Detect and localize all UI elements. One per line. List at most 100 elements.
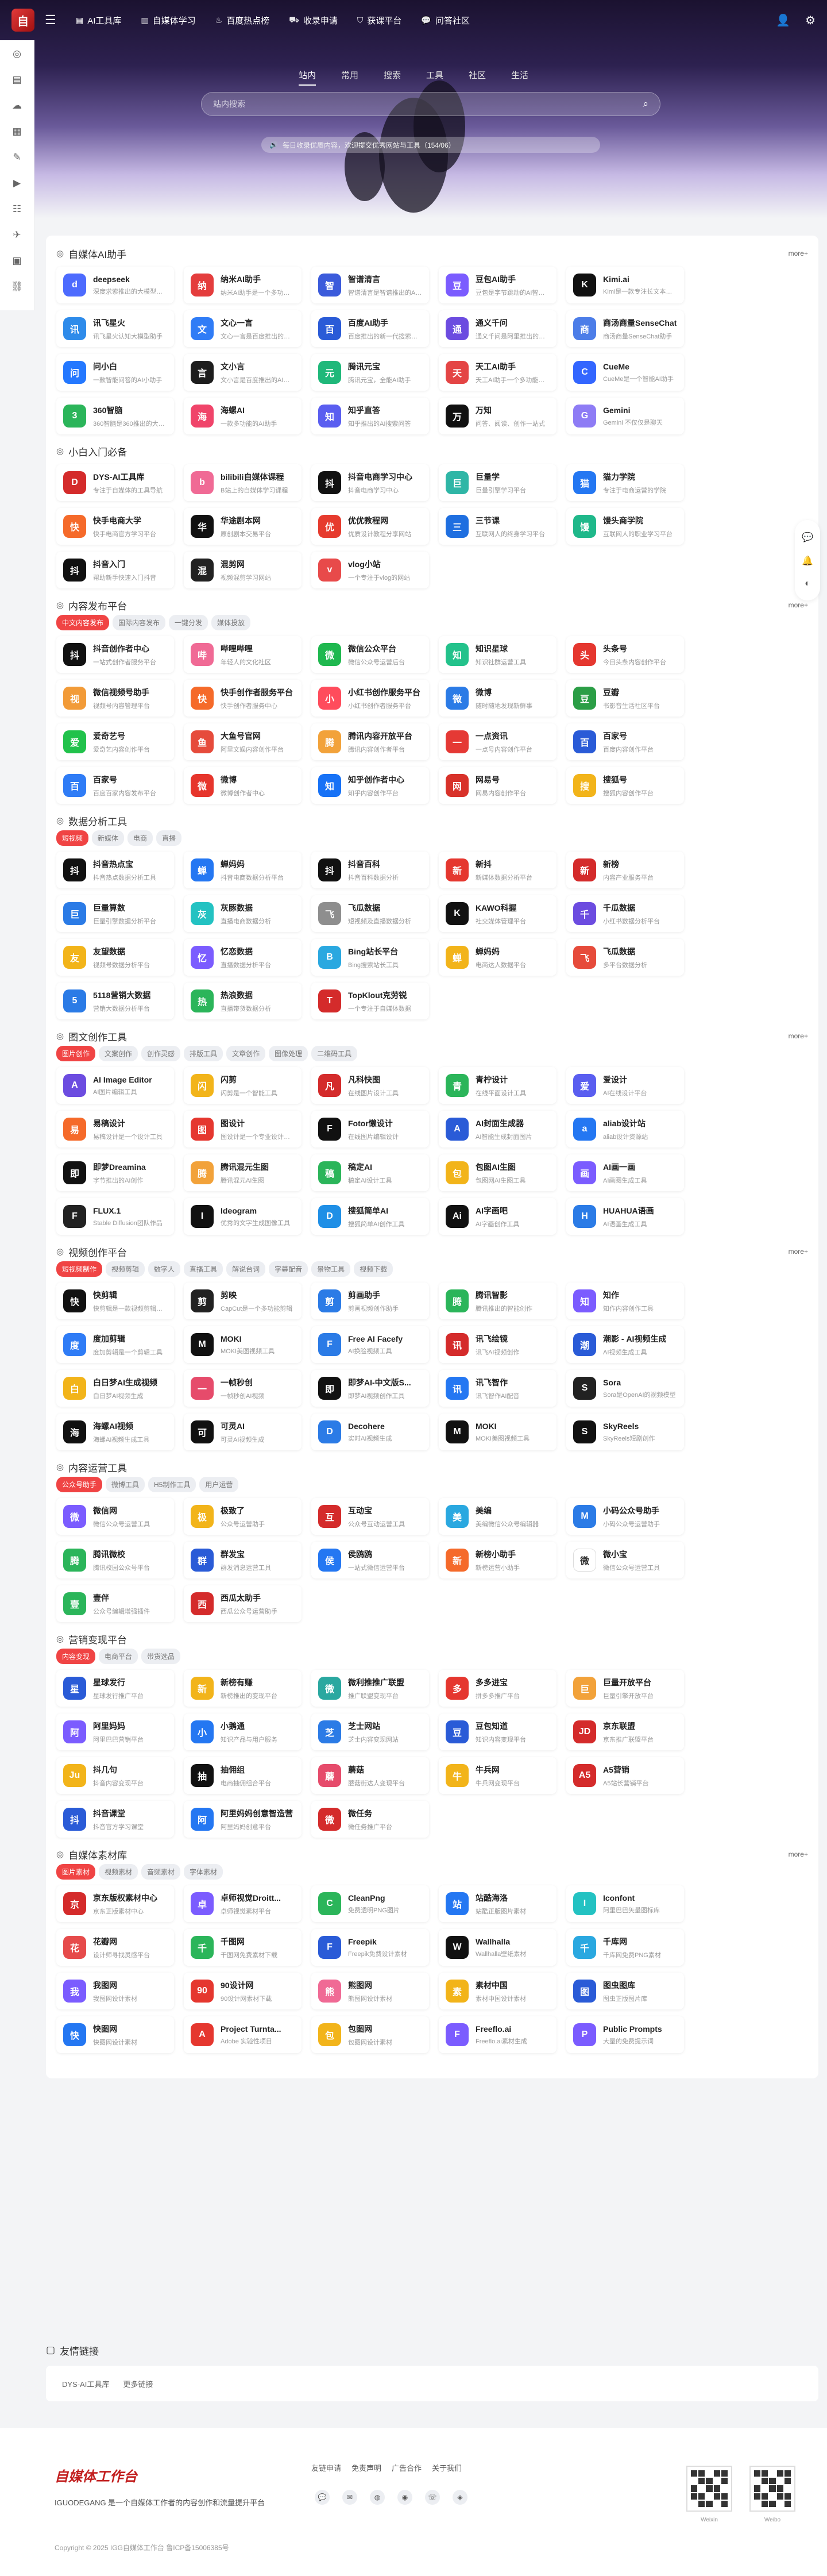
search-tab[interactable]: 站内 [298, 69, 316, 86]
tool-card[interactable]: 壹壹伴 公众号编辑增强插件 [56, 1585, 174, 1622]
tool-card[interactable]: 知知识星球 知识社群运营工具 [439, 636, 557, 673]
tool-card[interactable]: 鱼大鱼号官网 阿里文娱内容创作平台 [184, 723, 302, 760]
search-tab[interactable]: 工具 [426, 69, 443, 86]
tool-card[interactable]: 海海螺AI视频 海螺AI视频生成工具 [56, 1414, 174, 1450]
tool-card[interactable]: 卓卓师视觉Droitt... 卓师视觉素材平台 [184, 1885, 302, 1922]
tool-card[interactable]: G Gemini Gemini 不仅仅是聊天 [566, 398, 684, 434]
section-tab[interactable]: 排版工具 [184, 1046, 223, 1061]
tool-card[interactable]: 问问小白 一款智能问答的AI小助手 [56, 354, 174, 391]
tool-card[interactable]: 优优优教程网 优质设计教程分享网站 [311, 508, 429, 545]
tool-card[interactable]: K KAWO科握 社交媒体管理平台 [439, 895, 557, 932]
sidebar-data-icon[interactable]: ▦ [10, 125, 24, 138]
tool-card[interactable]: F Freeflo.ai Freeflo.ai素材生成 [439, 2016, 557, 2053]
tool-card[interactable]: H HUAHUA语画 AI语画生成工具 [566, 1198, 684, 1235]
section-tab[interactable]: 字幕配音 [269, 1261, 308, 1277]
section-tab[interactable]: 创作灵感 [141, 1046, 181, 1061]
tool-card[interactable]: 新新榜有赚 新榜推出的变现平台 [184, 1670, 302, 1707]
tool-card[interactable]: 星星球发行 星球发行推广平台 [56, 1670, 174, 1707]
tool-card[interactable]: 灰灰豚数据 直播电商数据分析 [184, 895, 302, 932]
tool-card[interactable]: 抽抽佣组 电商抽佣组合平台 [184, 1757, 302, 1794]
sidebar-link-icon[interactable]: ⛓ [10, 280, 24, 294]
section-tab[interactable]: 视频下载 [354, 1261, 393, 1277]
tool-card[interactable]: 花花瓣网 设计师寻找灵感平台 [56, 1929, 174, 1966]
footer-link[interactable]: 关于我们 [432, 2462, 462, 2473]
tool-card[interactable]: 三三节课 互联网人的终身学习平台 [439, 508, 557, 545]
tool-card[interactable]: 巨巨量开放平台 巨量引擎开放平台 [566, 1670, 684, 1707]
tool-card[interactable]: A AI封面生成器 AI智能生成封面图片 [439, 1111, 557, 1148]
more-link[interactable]: more+ [789, 1247, 808, 1256]
tool-card[interactable]: 视微信视频号助手 视频号内容管理平台 [56, 680, 174, 717]
section-tab[interactable]: 一键分发 [169, 615, 208, 630]
tool-card[interactable]: 即即梦Dreamina 字节推出的AI创作 [56, 1154, 174, 1191]
tool-card[interactable]: 小小红书创作服务平台 小红书创作者服务平台 [311, 680, 429, 717]
tool-card[interactable]: 一一点资讯 一点号内容创作平台 [439, 723, 557, 760]
tool-card[interactable]: 百百家号 百度百家内容发布平台 [56, 767, 174, 804]
section-tab[interactable]: 短视频制作 [56, 1261, 103, 1277]
tool-card[interactable]: F Freepik Freepik免费设计素材 [311, 1929, 429, 1966]
tool-card[interactable]: 海海螺AI 一款多功能的AI助手 [184, 398, 302, 434]
tool-card[interactable]: 微微信公众平台 微信公众号运营后台 [311, 636, 429, 673]
tool-card[interactable]: F Free AI Facefy AI换脸视频工具 [311, 1326, 429, 1363]
tool-card[interactable]: 白白日梦AI生成视频 白日梦AI视频生成 [56, 1370, 174, 1407]
tool-card[interactable]: 西西瓜太助手 西瓜公众号运营助手 [184, 1585, 302, 1622]
tool-card[interactable]: A5 A5营销 A5站长营销平台 [566, 1757, 684, 1794]
user-icon[interactable]: 👤 [776, 13, 790, 28]
tool-card[interactable]: 画 AI画一画 AI画图生成工具 [566, 1154, 684, 1191]
weibo-icon[interactable]: ◉ [397, 2490, 412, 2505]
tool-card[interactable]: 豆豆包AI助手 豆包是字节跳动的AI智能助手 [439, 267, 557, 303]
search-tab[interactable]: 生活 [511, 69, 528, 86]
sidebar-ai-icon[interactable]: ◎ [10, 47, 24, 61]
tool-card[interactable]: 凡凡科快图 在线图片设计工具 [311, 1067, 429, 1104]
tool-card[interactable]: K Kimi.ai Kimi是一款专注长文本的助手 [566, 267, 684, 303]
tool-card[interactable]: 阿阿里妈妈创意智造营 阿里妈妈创意平台 [184, 1801, 302, 1838]
tool-card[interactable]: v vlog小站 一个专注于vlog的网站 [311, 552, 429, 588]
tool-card[interactable]: M 小码公众号助手 小码公众号运营助手 [566, 1498, 684, 1535]
section-tab[interactable]: 字体素材 [184, 1864, 223, 1880]
tool-card[interactable]: 腾腾讯混元生图 腾讯混元AI生图 [184, 1154, 302, 1191]
tool-card[interactable]: 稿稿定AI 稿定AI设计工具 [311, 1154, 429, 1191]
sidebar-edit-icon[interactable]: ✎ [10, 151, 24, 164]
search-tab[interactable]: 搜索 [384, 69, 401, 86]
tool-card[interactable]: 抖抖音入门 帮助新手快速入门抖音 [56, 552, 174, 588]
tool-card[interactable]: B Bing站长平台 Bing搜索站长工具 [311, 939, 429, 976]
section-tab[interactable]: 电商平台 [99, 1649, 138, 1664]
tool-card[interactable]: d deepseek 深度求索推出的大模型助手 [56, 267, 174, 303]
section-tab[interactable]: 中文内容发布 [56, 615, 110, 630]
section-tab[interactable]: 用户运营 [199, 1477, 239, 1492]
tool-card[interactable]: 快快手创作者服务平台 快手创作者服务中心 [184, 680, 302, 717]
footer-link[interactable]: 免责声明 [351, 2462, 381, 2473]
tool-card[interactable]: a aliab设计站 aliab设计资源站 [566, 1111, 684, 1148]
tool-card[interactable]: 快快图网 快图网设计素材 [56, 2016, 174, 2053]
tool-card[interactable]: 潮潮影 - AI视频生成 AI视频生成工具 [566, 1326, 684, 1363]
tool-card[interactable]: 蝉蝉妈妈 抖音电商数据分析平台 [184, 852, 302, 888]
more-link[interactable]: more+ [789, 1032, 808, 1040]
tool-card[interactable]: 即即梦AI-中文版S... 即梦AI视频创作工具 [311, 1370, 429, 1407]
tool-card[interactable]: 混混剪网 视频混剪学习网站 [184, 552, 302, 588]
tool-card[interactable]: 讯讯飞智作 讯飞智作AI配音 [439, 1370, 557, 1407]
tool-card[interactable]: 言文小言 文小言是百度推出的AI助手 [184, 354, 302, 391]
tool-card[interactable]: W Wallhalla Wallhalla壁纸素材 [439, 1929, 557, 1966]
tool-card[interactable]: F FLUX.1 Stable Diffusion团队作品 [56, 1198, 174, 1235]
tool-card[interactable]: 腾腾讯微校 腾讯校园公众号平台 [56, 1542, 174, 1578]
tool-card[interactable]: 百百家号 百度内容创作平台 [566, 723, 684, 760]
tool-card[interactable]: 哔哔哩哔哩 年轻人的文化社区 [184, 636, 302, 673]
tool-card[interactable]: 通通义千问 通义千问是阿里推出的大模型 [439, 310, 557, 347]
tool-card[interactable]: S SkyReels SkyReels短剧创作 [566, 1414, 684, 1450]
tool-card[interactable]: 一一帧秒创 一帧秒创AI视频 [184, 1370, 302, 1407]
sidebar-book-icon[interactable]: ▤ [10, 73, 24, 87]
section-tab[interactable]: 视频素材 [99, 1864, 138, 1880]
tool-card[interactable]: C CleanPng 免费透明PNG图片 [311, 1885, 429, 1922]
tool-card[interactable]: 包包图AI生图 包图网AI生图工具 [439, 1154, 557, 1191]
tool-card[interactable]: A Project Turnta... Adobe 实验性项目 [184, 2016, 302, 2053]
tool-card[interactable]: b bilibili自媒体课程 B站上的自媒体学习课程 [184, 464, 302, 501]
tool-card[interactable]: 京京东版权素材中心 京东正版素材中心 [56, 1885, 174, 1922]
tool-card[interactable]: D DYS-AI工具库 专注于自媒体的工具导航 [56, 464, 174, 501]
tool-card[interactable]: 纳纳米AI助手 纳米AI助手是一个多功能助手 [184, 267, 302, 303]
section-tab[interactable]: 图片创作 [56, 1046, 96, 1061]
tool-card[interactable]: Ai AI字画吧 AI字画创作工具 [439, 1198, 557, 1235]
nav-item-2[interactable]: ♨ 百度热点榜 [215, 14, 270, 26]
tool-card[interactable]: 图图虫图库 图虫正版图片库 [566, 1973, 684, 2009]
nav-item-5[interactable]: 💬 问答社区 [421, 14, 469, 26]
nav-item-3[interactable]: ⛟ 收录申请 [289, 14, 338, 26]
section-tab[interactable]: 直播 [156, 830, 182, 846]
